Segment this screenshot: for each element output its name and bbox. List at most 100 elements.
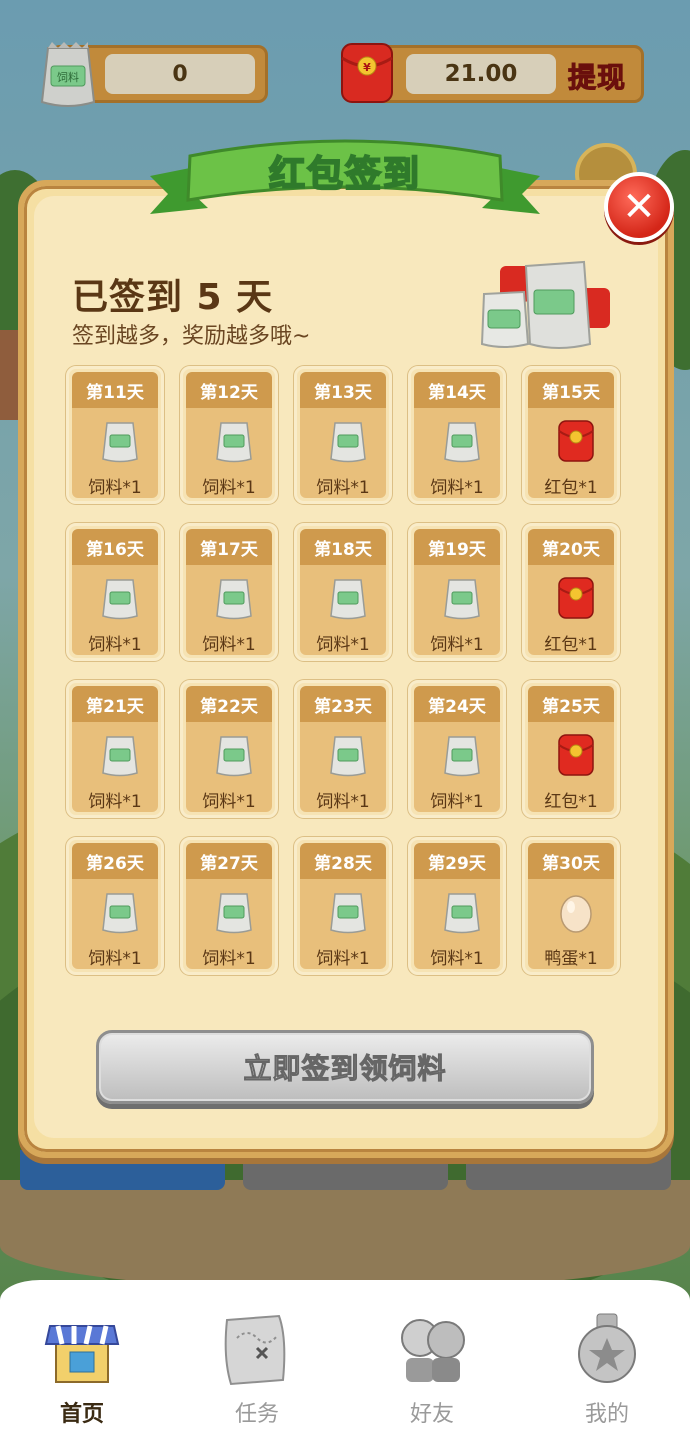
- tab-label: 我的: [584, 1402, 629, 1427]
- modal-title: 红包签到: [268, 153, 421, 196]
- day-label: 第30天: [528, 843, 614, 879]
- day-card: 第26天饲料*1: [66, 837, 164, 975]
- feed-count: 0: [105, 54, 255, 94]
- day-label: 第14天: [414, 372, 500, 408]
- day-label: 第17天: [186, 529, 272, 565]
- reward-label: 饲料*1: [88, 635, 142, 655]
- bottom-tab-bar: 首页 任务 好友 我的: [0, 1280, 690, 1438]
- sign-in-button[interactable]: 立即签到领饲料: [96, 1030, 594, 1104]
- red-envelope-icon: [558, 734, 594, 776]
- close-button[interactable]: ✕: [604, 172, 674, 242]
- day-label: 第11天: [72, 372, 158, 408]
- feed-bag-icon: [444, 736, 480, 777]
- reward-label: 饲料*1: [88, 949, 142, 969]
- feed-bag-icon: [330, 893, 366, 934]
- feed-bag-icon: [216, 736, 252, 777]
- tab-0[interactable]: 首页: [22, 1300, 142, 1430]
- close-icon: ✕: [622, 184, 656, 230]
- day-card: 第17天饲料*1: [180, 523, 278, 661]
- sign-in-calendar: 第11天 饲料*1 第12天 饲料*1 第13天 饲料*1 第14天 饲料*1 第15天 红包*1…: [66, 366, 626, 975]
- day-label: 第19天: [414, 529, 500, 565]
- road: [0, 1180, 690, 1290]
- day-card: 第16天饲料*1: [66, 523, 164, 661]
- feed-bag-icon: [102, 736, 138, 777]
- day-card: 第20天 红包*1: [522, 523, 620, 661]
- day-card: 第28天饲料*1: [294, 837, 392, 975]
- feed-bag-icon: 饲料: [40, 42, 96, 107]
- reward-label: 饲料*1: [202, 635, 256, 655]
- reward-label: 饲料*1: [316, 478, 370, 498]
- day-card: 第25天红包*1: [522, 680, 620, 818]
- map-scroll-icon: [224, 1314, 286, 1386]
- feed-bag-icon: [444, 893, 480, 934]
- feed-bag-icon: [216, 893, 252, 934]
- feed-bag-icon: [444, 422, 480, 463]
- reward-label: 饲料*1: [316, 949, 370, 969]
- tab-2[interactable]: 好友: [372, 1300, 492, 1430]
- reward-label: 饲料*1: [202, 949, 256, 969]
- feed-bag-icon: [330, 736, 366, 777]
- signed-days-subtitle: 签到越多，奖励越多哦~: [72, 324, 311, 349]
- reward-label: 饲料*1: [430, 635, 484, 655]
- day-label: 第24天: [414, 686, 500, 722]
- duck-egg-icon: [560, 895, 592, 933]
- red-envelope-icon: [558, 420, 594, 462]
- day-card: 第21天饲料*1: [66, 680, 164, 818]
- red-envelope-icon: [558, 577, 594, 619]
- tab-label: 任务: [234, 1402, 279, 1427]
- reward-label: 红包*1: [544, 792, 598, 812]
- feed-bag-icon: [330, 422, 366, 463]
- day-label: 第16天: [72, 529, 158, 565]
- feed-bag-icon: [330, 579, 366, 620]
- feed-bag-icon: [102, 893, 138, 934]
- reward-label: 饲料*1: [430, 792, 484, 812]
- signed-days-title: 已签到 5 天: [72, 277, 274, 318]
- reward-label: 饲料*1: [202, 792, 256, 812]
- withdraw-button[interactable]: 提现: [567, 56, 626, 96]
- day-label: 第13天: [300, 372, 386, 408]
- day-card: 第23天饲料*1: [294, 680, 392, 818]
- feed-bag-icon: [102, 422, 138, 463]
- day-card: 第30天鸭蛋*1: [522, 837, 620, 975]
- feed-bag-icon: [444, 579, 480, 620]
- feed-bag-icon: [102, 579, 138, 620]
- day-label: 第20天: [528, 529, 614, 565]
- reward-label: 鸭蛋*1: [544, 949, 598, 969]
- day-card: 第18天饲料*1: [294, 523, 392, 661]
- friends-icon: [401, 1319, 465, 1382]
- tab-1[interactable]: 任务: [197, 1300, 317, 1430]
- day-card: 第29天 饲料*1: [408, 837, 506, 975]
- tab-label: 好友: [409, 1402, 454, 1427]
- tab-label: 首页: [59, 1402, 104, 1427]
- day-label: 第28天: [300, 843, 386, 879]
- day-card: 第12天 饲料*1: [180, 366, 278, 504]
- reward-label: 饲料*1: [202, 478, 256, 498]
- day-card: 第13天饲料*1: [294, 366, 392, 504]
- rewards-illustration: [480, 260, 610, 349]
- day-label: 第25天: [528, 686, 614, 722]
- reward-label: 饲料*1: [316, 792, 370, 812]
- tab-3[interactable]: 我的: [547, 1300, 667, 1430]
- reward-label: 饲料*1: [88, 478, 142, 498]
- day-label: 第26天: [72, 843, 158, 879]
- medal-icon: [578, 1313, 636, 1383]
- day-label: 第27天: [186, 843, 272, 879]
- day-label: 第18天: [300, 529, 386, 565]
- feed-bag-icon: [216, 579, 252, 620]
- day-label: 第21天: [72, 686, 158, 722]
- day-card: 第15天红包*1: [522, 366, 620, 504]
- reward-label: 饲料*1: [88, 792, 142, 812]
- reward-label: 饲料*1: [316, 635, 370, 655]
- day-label: 第22天: [186, 686, 272, 722]
- feed-bag-icon: [216, 422, 252, 463]
- reward-label: 饲料*1: [430, 949, 484, 969]
- day-card: 第22天饲料*1: [180, 680, 278, 818]
- day-label: 第23天: [300, 686, 386, 722]
- day-card: 第19天饲料*1: [408, 523, 506, 661]
- envelope-symbol: ¥: [363, 61, 371, 74]
- reward-label: 饲料*1: [430, 478, 484, 498]
- feed-bag-label: 饲料: [57, 70, 79, 84]
- reward-label: 红包*1: [544, 478, 598, 498]
- day-label: 第15天: [528, 372, 614, 408]
- shop-icon: [44, 1325, 120, 1383]
